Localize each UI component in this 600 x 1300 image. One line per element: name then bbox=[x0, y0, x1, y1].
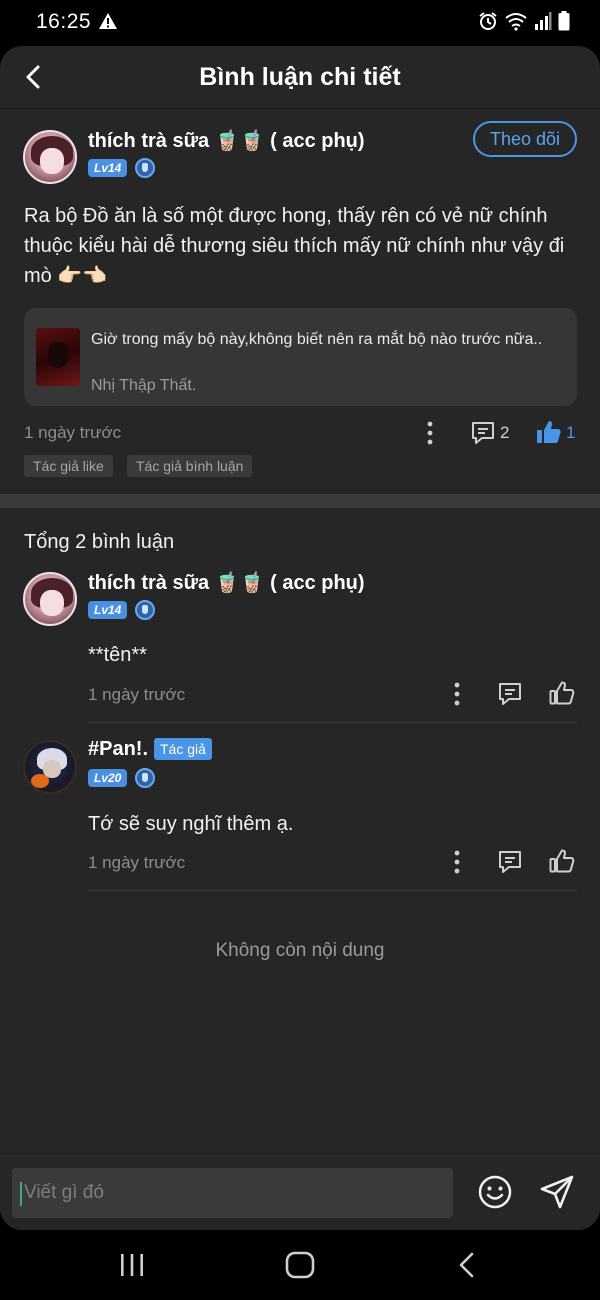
tag-author-liked: Tác giả like bbox=[24, 455, 113, 477]
follow-button[interactable]: Theo dõi bbox=[473, 121, 577, 157]
signal-icon bbox=[535, 12, 552, 30]
end-of-content-label: Không còn nội dung bbox=[215, 940, 385, 961]
app-bar: Bình luận chi tiết bbox=[0, 46, 600, 109]
comment-text: Tớ sẽ suy nghĩ thêm ạ. bbox=[88, 813, 294, 835]
status-icons bbox=[478, 11, 570, 31]
post-text: Ra bộ Đồ ăn là số một được hong, thấy rê… bbox=[24, 205, 565, 287]
comment-avatar[interactable] bbox=[23, 740, 77, 794]
author-tag-badge: Tác giả bbox=[154, 738, 212, 760]
more-options-icon[interactable] bbox=[420, 420, 440, 451]
page-title: Bình luận chi tiết bbox=[199, 63, 401, 91]
level-badge: Lv14 bbox=[88, 601, 128, 619]
alarm-icon bbox=[479, 12, 497, 30]
status-time: 16:25 bbox=[36, 10, 92, 33]
comment-time: 1 ngày trước bbox=[88, 853, 186, 872]
thumbs-up-icon[interactable] bbox=[549, 848, 575, 879]
warning-icon bbox=[98, 12, 118, 35]
comment-icon[interactable] bbox=[470, 420, 496, 451]
more-options-icon[interactable] bbox=[447, 849, 467, 880]
comment-input-bar bbox=[0, 1153, 600, 1230]
section-divider bbox=[0, 494, 600, 508]
comment-count: 2 bbox=[500, 423, 510, 442]
more-options-icon[interactable] bbox=[447, 681, 467, 712]
battery-icon bbox=[558, 11, 570, 31]
level-badge: Lv14 bbox=[88, 159, 128, 177]
verified-shield-icon bbox=[135, 158, 155, 178]
system-nav-bar bbox=[0, 1230, 600, 1300]
recent-apps-icon[interactable] bbox=[118, 1252, 146, 1283]
book-author: Nhị Thập Thất. bbox=[91, 377, 197, 394]
level-badge: Lv20 bbox=[88, 769, 128, 787]
send-icon[interactable] bbox=[538, 1173, 576, 1216]
comment-detail-screen: Bình luận chi tiết thích trà sữa 🧋🧋 ( ac… bbox=[0, 46, 600, 1230]
comment-text: **tên** bbox=[88, 644, 147, 666]
wifi-icon bbox=[505, 13, 527, 31]
back-nav-icon[interactable] bbox=[455, 1251, 479, 1284]
verified-shield-icon bbox=[135, 768, 155, 788]
status-bar: 16:25 bbox=[0, 0, 600, 46]
comment-username[interactable]: thích trà sữa 🧋🧋 ( acc phụ) bbox=[88, 570, 365, 595]
home-icon[interactable] bbox=[285, 1251, 315, 1284]
book-cover bbox=[36, 328, 80, 386]
book-title: Giờ trong mấy bộ này,không biết nên ra m… bbox=[91, 331, 543, 348]
thumbs-up-icon[interactable] bbox=[549, 680, 575, 711]
post-username[interactable]: thích trà sữa 🧋🧋 ( acc phụ) bbox=[88, 128, 365, 153]
comment-time: 1 ngày trước bbox=[88, 685, 186, 704]
total-comments-label: Tổng 2 bình luận bbox=[24, 531, 175, 553]
verified-shield-icon bbox=[135, 600, 155, 620]
tag-author-commented: Tác giả bình luận bbox=[127, 455, 253, 477]
book-card[interactable]: Giờ trong mấy bộ này,không biết nên ra m… bbox=[24, 308, 577, 406]
comment-separator bbox=[88, 722, 577, 723]
comment-avatar[interactable] bbox=[23, 572, 77, 626]
comment-input[interactable] bbox=[12, 1168, 453, 1218]
like-count: 1 bbox=[566, 423, 576, 442]
post-avatar[interactable] bbox=[23, 130, 77, 184]
comment-username[interactable]: #Pan!. bbox=[88, 738, 148, 761]
comment-separator bbox=[88, 890, 577, 891]
emoji-icon[interactable] bbox=[477, 1174, 513, 1215]
post-time: 1 ngày trước bbox=[24, 423, 122, 442]
thumbs-up-filled-icon[interactable] bbox=[536, 419, 562, 450]
reply-icon[interactable] bbox=[497, 681, 523, 712]
text-caret bbox=[20, 1182, 22, 1206]
reply-icon[interactable] bbox=[497, 849, 523, 880]
